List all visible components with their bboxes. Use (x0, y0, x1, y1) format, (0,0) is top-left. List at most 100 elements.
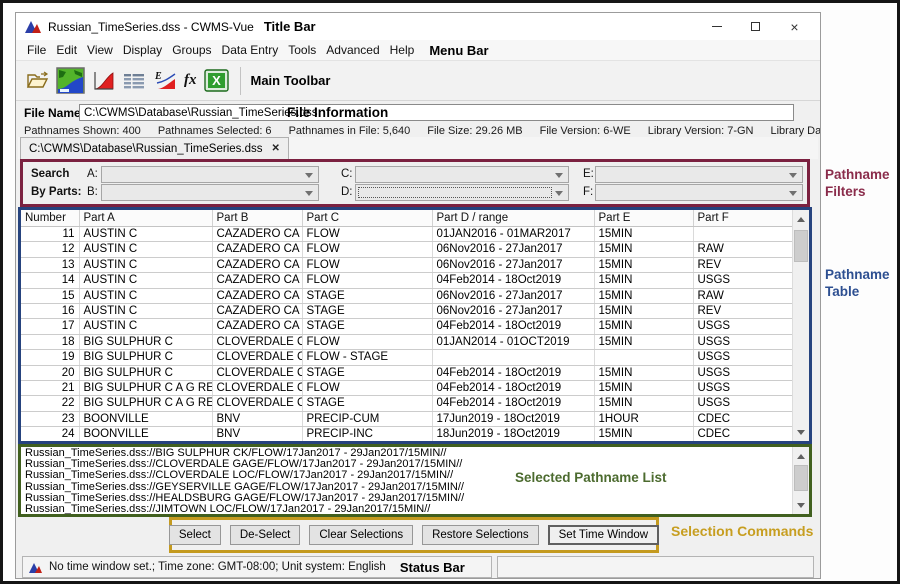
table-cell[interactable]: AUSTIN C (79, 304, 212, 319)
open-file-icon[interactable] (26, 71, 49, 90)
table-cell[interactable]: 15MIN (594, 365, 693, 380)
table-cell[interactable]: BOONVILLE (79, 411, 212, 426)
table-cell[interactable]: BNV (212, 427, 302, 441)
table-row[interactable]: 16AUSTIN CCAZADERO CASTAGE06Nov2016 - 27… (21, 304, 792, 319)
tab-close-icon[interactable]: ✕ (271, 143, 279, 154)
table-cell[interactable]: BIG SULPHUR C (79, 365, 212, 380)
table-cell[interactable]: FLOW - STAGE (302, 350, 432, 365)
minimize-button[interactable] (697, 13, 736, 40)
menu-item-view[interactable]: View (82, 43, 118, 57)
table-cell[interactable]: 23 (21, 411, 79, 426)
table-cell[interactable]: CAZADERO CA (212, 288, 302, 303)
scrollbar-thumb[interactable] (794, 230, 808, 262)
math-functions-icon[interactable]: fx (184, 72, 197, 89)
edit-plot-icon[interactable]: E (153, 70, 177, 91)
part-a-filter-combo[interactable] (101, 166, 319, 183)
part-c-filter-combo[interactable] (355, 166, 569, 183)
table-cell[interactable]: FLOW (302, 257, 432, 272)
table-cell[interactable]: 18 (21, 334, 79, 349)
table-row[interactable]: 11AUSTIN CCAZADERO CAFLOW01JAN2016 - 01M… (21, 227, 792, 242)
table-cell[interactable]: CLOVERDALE CA (212, 381, 302, 396)
table-cell[interactable]: 12 (21, 242, 79, 257)
table-cell[interactable]: CLOVERDALE CA (212, 365, 302, 380)
table-cell[interactable]: CLOVERDALE CA (212, 396, 302, 411)
maximize-button[interactable] (736, 13, 775, 40)
table-row[interactable]: 13AUSTIN CCAZADERO CAFLOW06Nov2016 - 27J… (21, 257, 792, 272)
table-cell[interactable] (432, 350, 594, 365)
table-cell[interactable]: USGS (693, 350, 792, 365)
select-button[interactable]: Select (169, 525, 221, 545)
file-name-input[interactable] (79, 104, 794, 121)
table-cell[interactable]: 15MIN (594, 304, 693, 319)
table-cell[interactable]: STAGE (302, 319, 432, 334)
table-cell[interactable]: 15MIN (594, 257, 693, 272)
table-cell[interactable]: 06Nov2016 - 27Jan2017 (432, 304, 594, 319)
column-header-part-f[interactable]: Part F (693, 210, 792, 227)
table-cell[interactable]: 04Feb2014 - 18Oct2019 (432, 381, 594, 396)
table-cell[interactable]: FLOW (302, 381, 432, 396)
table-cell[interactable]: 15MIN (594, 396, 693, 411)
table-cell[interactable]: 17Jun2019 - 18Oct2019 (432, 411, 594, 426)
table-cell[interactable]: CLOVERDALE CA (212, 350, 302, 365)
table-cell[interactable]: RAW (693, 242, 792, 257)
table-cell[interactable]: 01JAN2014 - 01OCT2019 (432, 334, 594, 349)
table-cell[interactable]: CAZADERO CA (212, 242, 302, 257)
table-cell[interactable]: PRECIP-CUM (302, 411, 432, 426)
table-cell[interactable]: 15MIN (594, 334, 693, 349)
table-cell[interactable]: 04Feb2014 - 18Oct2019 (432, 396, 594, 411)
table-cell[interactable]: 11 (21, 227, 79, 242)
table-cell[interactable]: BIG SULPHUR C (79, 334, 212, 349)
table-cell[interactable]: USGS (693, 365, 792, 380)
table-row[interactable]: 14AUSTIN CCAZADERO CAFLOW04Feb2014 - 18O… (21, 273, 792, 288)
table-cell[interactable]: AUSTIN C (79, 257, 212, 272)
table-cell[interactable]: CAZADERO CA (212, 304, 302, 319)
restore-selections-button[interactable]: Restore Selections (422, 525, 539, 545)
table-cell[interactable]: CAZADERO CA (212, 273, 302, 288)
table-cell[interactable]: PRECIP-INC (302, 427, 432, 441)
table-cell[interactable]: REV (693, 304, 792, 319)
table-row[interactable]: 24BOONVILLEBNVPRECIP-INC18Jun2019 - 18Oc… (21, 427, 792, 441)
table-cell[interactable]: 15MIN (594, 242, 693, 257)
table-row[interactable]: 21BIG SULPHUR C A G RESORTCLOVERDALE CAF… (21, 381, 792, 396)
table-cell[interactable]: AUSTIN C (79, 242, 212, 257)
table-cell[interactable]: 22 (21, 396, 79, 411)
table-cell[interactable]: STAGE (302, 304, 432, 319)
table-cell[interactable]: 17 (21, 319, 79, 334)
table-cell[interactable]: CDEC (693, 427, 792, 441)
table-cell[interactable]: AUSTIN C (79, 227, 212, 242)
table-cell[interactable]: CLOVERDALE CA (212, 334, 302, 349)
menu-item-display[interactable]: Display (118, 43, 167, 57)
table-cell[interactable]: BIG SULPHUR C A G RESORT (79, 396, 212, 411)
table-cell[interactable]: CAZADERO CA (212, 227, 302, 242)
table-cell[interactable]: 1HOUR (594, 411, 693, 426)
table-cell[interactable]: 18Jun2019 - 18Oct2019 (432, 427, 594, 441)
part-b-filter-combo[interactable] (101, 184, 319, 201)
menu-item-advanced[interactable]: Advanced (321, 43, 384, 57)
table-cell[interactable]: STAGE (302, 396, 432, 411)
column-header-number[interactable]: Number (21, 210, 79, 227)
set-time-window-button[interactable]: Set Time Window (548, 525, 659, 545)
column-header-part-b[interactable]: Part B (212, 210, 302, 227)
table-cell[interactable]: AUSTIN C (79, 273, 212, 288)
table-cell[interactable]: 04Feb2014 - 18Oct2019 (432, 319, 594, 334)
table-cell[interactable]: USGS (693, 334, 792, 349)
table-cell[interactable]: 14 (21, 273, 79, 288)
table-row[interactable]: 17AUSTIN CCAZADERO CASTAGE04Feb2014 - 18… (21, 319, 792, 334)
table-cell[interactable]: 21 (21, 381, 79, 396)
table-cell[interactable]: AUSTIN C (79, 319, 212, 334)
table-cell[interactable]: USGS (693, 381, 792, 396)
table-cell[interactable]: 04Feb2014 - 18Oct2019 (432, 365, 594, 380)
table-row[interactable]: 18BIG SULPHUR CCLOVERDALE CAFLOW01JAN201… (21, 334, 792, 349)
menu-item-edit[interactable]: Edit (51, 43, 82, 57)
table-row[interactable]: 12AUSTIN CCAZADERO CAFLOW06Nov2016 - 27J… (21, 242, 792, 257)
table-cell[interactable]: 15MIN (594, 427, 693, 441)
table-scrollbar[interactable] (792, 210, 809, 441)
table-row[interactable]: 20BIG SULPHUR CCLOVERDALE CASTAGE04Feb20… (21, 365, 792, 380)
table-cell[interactable]: 06Nov2016 - 27Jan2017 (432, 257, 594, 272)
table-cell[interactable]: 15MIN (594, 227, 693, 242)
table-cell[interactable]: 01JAN2016 - 01MAR2017 (432, 227, 594, 242)
table-cell[interactable]: CAZADERO CA (212, 257, 302, 272)
excel-export-icon[interactable]: X (204, 69, 229, 92)
file-tab[interactable]: C:\CWMS\Database\Russian_TimeSeries.dss … (20, 137, 289, 159)
menu-item-groups[interactable]: Groups (167, 43, 216, 57)
